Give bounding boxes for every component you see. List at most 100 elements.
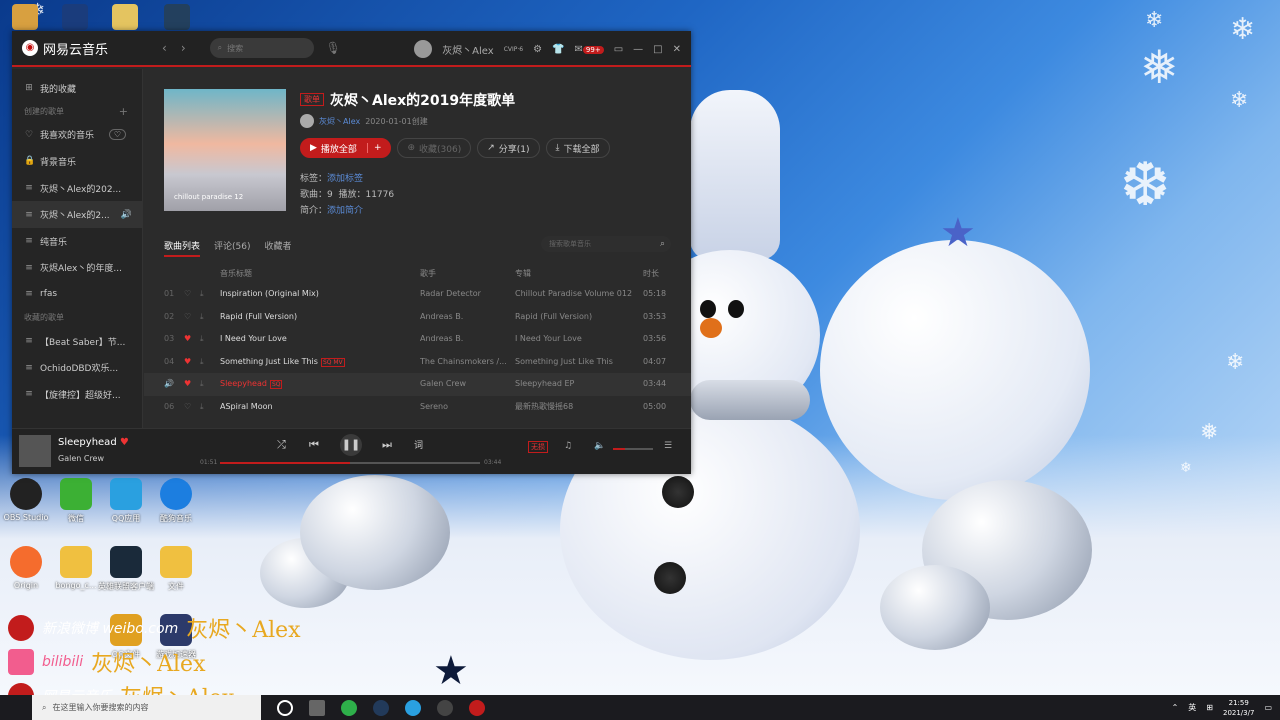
maximize-icon[interactable]: □ xyxy=(653,44,662,55)
song-artist[interactable]: Radar Detector xyxy=(420,283,506,305)
cortana-icon[interactable] xyxy=(277,699,293,716)
back-icon[interactable]: ‹ xyxy=(162,41,167,55)
play-all-button[interactable]: ▶ 播放全部 + xyxy=(300,138,392,158)
desktop-icon-kugou[interactable]: 酷狗音乐 xyxy=(146,478,206,524)
table-row[interactable]: 🔊 ♥ ⤓ Sleepyhead SQ Galen Crew Sleepyhead EP 03… xyxy=(144,373,691,396)
tab-song-list[interactable]: 歌曲列表 xyxy=(164,239,201,257)
creator-avatar[interactable] xyxy=(300,114,314,128)
song-title[interactable]: ASpiral Moon xyxy=(220,396,410,418)
like-icon[interactable]: ♡ xyxy=(184,396,196,418)
song-artist[interactable]: Galen Crew xyxy=(420,373,506,395)
app-360-icon[interactable] xyxy=(341,699,357,716)
tab-collectors[interactable]: 收藏者 xyxy=(265,239,292,257)
forward-icon[interactable]: › xyxy=(181,41,186,55)
like-icon[interactable]: ♡ xyxy=(184,283,196,305)
avatar[interactable] xyxy=(414,40,433,58)
chevron-up-icon[interactable]: ⌃ xyxy=(1172,703,1179,712)
close-icon[interactable]: ✕ xyxy=(673,44,681,55)
desktop-shortcut-icon[interactable] xyxy=(164,4,190,30)
microphone-icon[interactable]: 🎙 xyxy=(326,41,341,55)
collect-button[interactable]: ⊕ 收藏(306) xyxy=(397,138,472,158)
table-row[interactable]: 06 ♡ ⤓ ASpiral Moon Sereno 最新热歌慢摇68 05:00 xyxy=(144,396,691,419)
skin-icon[interactable]: 👕 xyxy=(552,44,564,55)
sidebar-item-my-collection[interactable]: ⊞ 我的收藏 xyxy=(12,75,142,102)
table-row[interactable]: 02 ♡ ⤓ Rapid (Full Version) Andreas B. Rapid … xyxy=(144,306,691,329)
mini-mode-icon[interactable]: ▭ xyxy=(614,44,623,55)
add-to-queue-icon[interactable]: + xyxy=(366,143,381,153)
sidebar-item-liked[interactable]: ♡ 我喜欢的音乐 ♡ xyxy=(12,122,142,149)
input-mode-icon[interactable]: ⊞ xyxy=(1206,703,1213,712)
add-playlist-icon[interactable]: + xyxy=(119,105,128,118)
progress-bar[interactable] xyxy=(220,462,480,464)
sidebar-item-playlist[interactable]: ≡ rfas xyxy=(12,281,142,308)
download-icon[interactable]: ⤓ xyxy=(200,373,212,395)
heart-icon[interactable]: ♥ xyxy=(120,437,129,448)
song-title[interactable]: Sleepyhead SQ xyxy=(220,373,410,396)
lyric-button[interactable]: 词 xyxy=(414,438,423,451)
volume-icon[interactable]: 🔈 xyxy=(594,441,605,451)
next-icon[interactable]: ⏭ xyxy=(382,438,392,452)
pause-button[interactable]: ❚❚ xyxy=(340,434,362,456)
now-playing-cover[interactable] xyxy=(19,435,51,467)
song-title[interactable]: I Need Your Love xyxy=(220,328,410,350)
heartbeat-mode-icon[interactable]: ♡ xyxy=(108,129,126,141)
shuffle-icon[interactable]: ⤮ xyxy=(277,438,286,452)
playlist-queue-icon[interactable]: ☰ xyxy=(664,441,672,451)
like-icon[interactable]: ♡ xyxy=(184,306,196,328)
song-album[interactable]: 最新热歌慢摇68 xyxy=(515,396,635,418)
task-view-icon[interactable] xyxy=(309,699,325,716)
minimize-icon[interactable]: — xyxy=(633,44,643,55)
song-title[interactable]: Rapid (Full Version) xyxy=(220,306,410,328)
song-artist[interactable]: Andreas B. xyxy=(420,306,506,328)
song-album[interactable]: Something Just Like This xyxy=(515,351,635,373)
obs-icon[interactable] xyxy=(437,699,453,716)
desktop-icon-file[interactable]: 文件 xyxy=(146,546,206,592)
song-album[interactable]: Rapid (Full Version) xyxy=(515,306,635,328)
sidebar-item-collected[interactable]: ≡ 【旋律控】超级好... xyxy=(12,381,142,408)
sidebar-item-playlist-active[interactable]: ≡ 灰烬丶Alex的2... 🔊 xyxy=(12,201,142,228)
quality-badge[interactable]: 无损 xyxy=(528,441,548,453)
settings-icon[interactable]: ⚙ xyxy=(533,44,542,55)
sidebar-item-playlist[interactable]: ≡ 灰烬Alex丶的年度... xyxy=(12,255,142,282)
song-album[interactable]: Sleepyhead EP xyxy=(515,373,635,395)
like-icon[interactable]: ♥ xyxy=(184,328,196,350)
sound-effect-icon[interactable]: ♫ xyxy=(564,441,572,451)
notification-icon[interactable]: ▭ xyxy=(1264,703,1272,712)
tab-comments[interactable]: 评论(56) xyxy=(214,239,250,257)
download-icon[interactable]: ⤓ xyxy=(200,283,212,305)
app-logo[interactable]: ◉ 网易云音乐 xyxy=(22,39,162,58)
table-row[interactable]: 03 ♥ ⤓ I Need Your Love Andreas B. I Need You… xyxy=(144,328,691,351)
user-name[interactable]: 灰烬丶Alex xyxy=(442,42,494,57)
share-button[interactable]: ↗ 分享(1) xyxy=(477,138,540,158)
table-row[interactable]: 01 ♡ ⤓ Inspiration (Original Mix) Radar Dete… xyxy=(144,283,691,306)
steam-icon[interactable] xyxy=(373,699,389,716)
desktop-shortcut-icon[interactable] xyxy=(112,4,138,30)
volume-slider[interactable] xyxy=(613,448,653,450)
search-input[interactable]: ⌕ 搜索 xyxy=(209,38,314,58)
like-icon[interactable]: ♥ xyxy=(184,351,196,373)
add-tags-link[interactable]: 添加标签 xyxy=(327,174,363,184)
download-icon[interactable]: ⤓ xyxy=(200,306,212,328)
download-all-button[interactable]: ⤓ 下载全部 xyxy=(545,138,610,158)
clock[interactable]: 21:59 2021/3/7 xyxy=(1223,698,1254,718)
song-title[interactable]: Inspiration (Original Mix) xyxy=(220,283,410,305)
now-playing-artist[interactable]: Galen Crew xyxy=(58,454,104,463)
now-playing-title[interactable]: Sleepyhead ♥ xyxy=(58,437,129,448)
sidebar-item-playlist[interactable]: ≡ 灰烬丶Alex的202... xyxy=(12,175,142,202)
desktop-shortcut-icon[interactable] xyxy=(12,4,38,30)
sidebar-item-playlist[interactable]: 🔒 背景音乐 xyxy=(12,148,142,175)
sidebar-item-playlist[interactable]: ≡ 纯音乐 xyxy=(12,228,142,255)
sidebar-item-collected[interactable]: ≡ OchidoDBD欢乐... xyxy=(12,354,142,381)
qq-icon[interactable] xyxy=(405,699,421,716)
table-row[interactable]: 04 ♥ ⤓ Something Just Like This SQ MV The Cha… xyxy=(144,351,691,374)
sidebar-item-collected[interactable]: ≡ 【Beat Saber】节... xyxy=(12,328,142,355)
download-icon[interactable]: ⤓ xyxy=(200,351,212,373)
playlist-search-input[interactable]: 搜索歌单音乐 ⌕ xyxy=(541,236,671,252)
song-artist[interactable]: Andreas B. xyxy=(420,328,506,350)
song-title[interactable]: Something Just Like This SQ MV xyxy=(220,351,410,374)
desktop-shortcut-icon[interactable] xyxy=(62,4,88,30)
download-icon[interactable]: ⤓ xyxy=(200,328,212,350)
input-language[interactable]: 英 xyxy=(1188,702,1196,713)
like-icon[interactable]: ♥ xyxy=(184,373,196,395)
mail-icon[interactable]: ✉ 99+ xyxy=(575,44,604,55)
